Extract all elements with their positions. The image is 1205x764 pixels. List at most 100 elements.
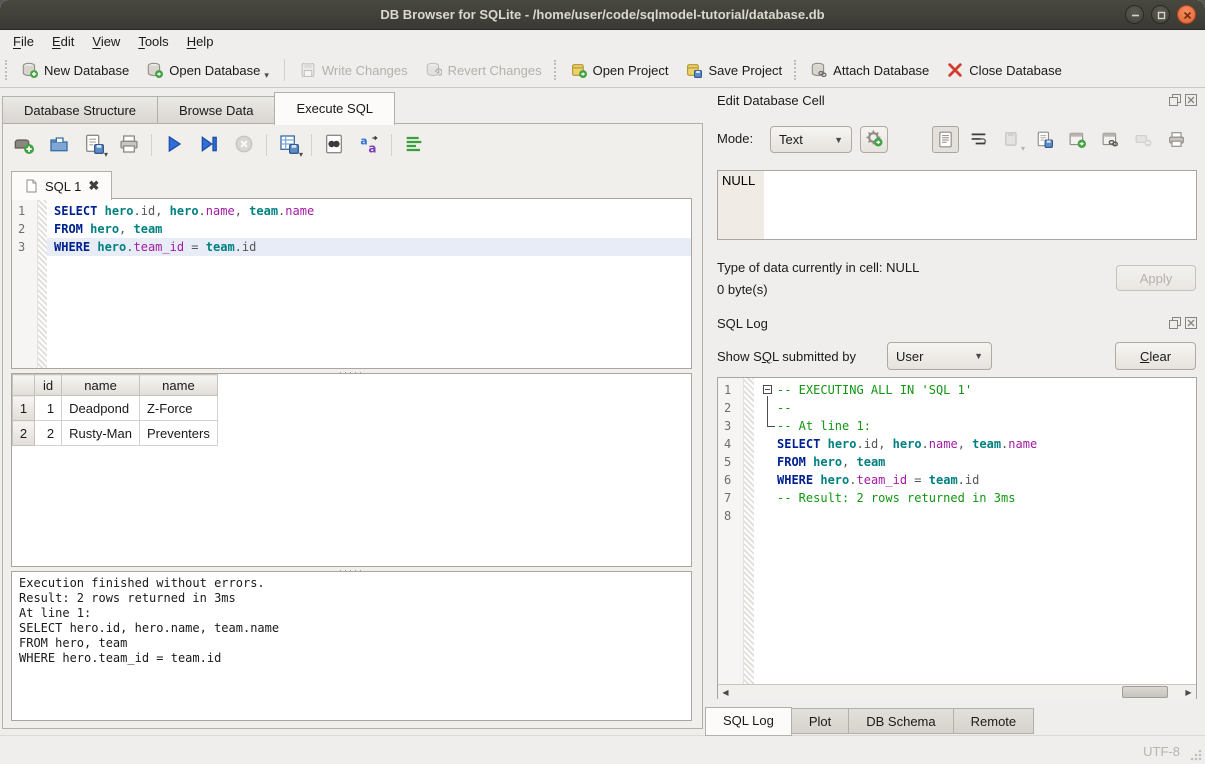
cell[interactable]: 2 bbox=[35, 421, 62, 446]
sql-editor[interactable]: 123SELECT hero.id, hero.name, team.nameF… bbox=[11, 198, 692, 369]
cell[interactable]: 1 bbox=[35, 396, 62, 421]
scrollbar-thumb[interactable] bbox=[1122, 686, 1168, 698]
code-line: SELECT hero.id, hero.name, team.name bbox=[754, 435, 1196, 453]
open-project-button[interactable]: Open Project bbox=[562, 56, 678, 84]
execute-current-line-button[interactable] bbox=[196, 132, 222, 158]
toolbar-drag-handle[interactable] bbox=[554, 60, 557, 80]
menu-view[interactable]: View bbox=[83, 32, 129, 51]
tab-plot[interactable]: Plot bbox=[791, 708, 849, 734]
tab-browse-data[interactable]: Browse Data bbox=[157, 96, 275, 124]
close-dock-icon[interactable] bbox=[1185, 317, 1197, 329]
tab-database-structure[interactable]: Database Structure bbox=[2, 96, 158, 124]
scroll-right-icon[interactable]: ▶ bbox=[1181, 685, 1196, 699]
column-header-name[interactable]: name bbox=[62, 375, 140, 396]
close-icon bbox=[1180, 8, 1195, 23]
cell-editor[interactable]: NULL bbox=[717, 170, 1197, 240]
code-area[interactable]: -- EXECUTING ALL IN 'SQL 1'---- At line … bbox=[754, 378, 1196, 684]
write-changes-button[interactable]: Write Changes bbox=[291, 56, 417, 84]
column-header-name[interactable]: name bbox=[139, 375, 217, 396]
print-sql-button[interactable] bbox=[116, 132, 142, 158]
execute-all-button[interactable] bbox=[161, 132, 187, 158]
close-sql-tab-icon[interactable]: ✖ bbox=[88, 178, 99, 194]
log-filter-select[interactable]: User ▼ bbox=[887, 342, 992, 370]
sql-log-view[interactable]: 12345678-- EXECUTING ALL IN 'SQL 1'---- … bbox=[717, 377, 1197, 699]
close-database-button[interactable]: Close Database bbox=[938, 56, 1071, 84]
word-wrap-button[interactable] bbox=[965, 126, 992, 153]
save-results-button[interactable]: ▾ bbox=[276, 132, 302, 158]
cell-type-info: Type of data currently in cell: NULL bbox=[717, 260, 919, 275]
text-view-button[interactable] bbox=[932, 126, 959, 153]
column-header-id[interactable]: id bbox=[35, 375, 62, 396]
dropdown-caret-icon[interactable]: ▾ bbox=[264, 70, 269, 81]
resize-grip[interactable] bbox=[1190, 749, 1202, 761]
open-sql-tab-button[interactable] bbox=[11, 132, 37, 158]
grid-corner-header[interactable] bbox=[13, 375, 35, 396]
execution-message-pane[interactable]: Execution finished without errors. Resul… bbox=[11, 571, 692, 721]
new-database-button[interactable]: New Database bbox=[13, 56, 138, 84]
tab-remote[interactable]: Remote bbox=[953, 708, 1035, 734]
auto-switch-mode-button[interactable] bbox=[860, 126, 888, 153]
copy-link-button[interactable] bbox=[1097, 126, 1124, 153]
float-dock-icon[interactable] bbox=[1169, 94, 1181, 106]
toolbar-drag-handle[interactable] bbox=[5, 60, 8, 80]
log-horizontal-scrollbar[interactable]: ◀ ▶ bbox=[718, 684, 1196, 699]
revert-changes-button[interactable]: Revert Changes bbox=[417, 56, 551, 84]
log-filter-value: User bbox=[896, 349, 923, 364]
tab-db-schema[interactable]: DB Schema bbox=[848, 708, 953, 734]
print-cell-button[interactable] bbox=[1163, 126, 1190, 153]
close-button[interactable] bbox=[1177, 5, 1196, 24]
open-project-label: Open Project bbox=[593, 63, 669, 78]
cell[interactable]: Deadpond bbox=[62, 396, 140, 421]
menu-edit[interactable]: Edit bbox=[43, 32, 83, 51]
open-database-button[interactable]: Open Database▾ bbox=[138, 56, 278, 84]
open-in-external-app-button[interactable] bbox=[1064, 126, 1091, 153]
float-dock-icon[interactable] bbox=[1169, 317, 1181, 329]
export-data-button[interactable] bbox=[1031, 126, 1058, 153]
code-line: FROM hero, team bbox=[47, 220, 691, 238]
fold-marker-icon[interactable] bbox=[761, 381, 777, 399]
chevron-down-icon: ▼ bbox=[974, 351, 983, 361]
find-and-replace-icon: aa bbox=[359, 134, 379, 154]
maximize-button[interactable] bbox=[1151, 5, 1170, 24]
find-text-button[interactable] bbox=[321, 132, 347, 158]
code-area[interactable]: SELECT hero.id, hero.name, team.nameFROM… bbox=[47, 199, 691, 368]
close-dock-icon[interactable] bbox=[1185, 94, 1197, 106]
menu-file[interactable]: File bbox=[4, 32, 43, 51]
open-sql-file-button[interactable] bbox=[46, 132, 72, 158]
edit-cell-dock-title: Edit Database Cell bbox=[717, 93, 1197, 111]
sql-doc-tab[interactable]: SQL 1 ✖ bbox=[11, 171, 112, 200]
save-project-button[interactable]: Save Project bbox=[677, 56, 791, 84]
toolbar-separator bbox=[151, 134, 152, 156]
row-header[interactable]: 2 bbox=[13, 421, 35, 446]
save-sql-file-button[interactable]: ▾ bbox=[81, 132, 107, 158]
import-data-button: ▾ bbox=[998, 126, 1025, 153]
scroll-left-icon[interactable]: ◀ bbox=[718, 685, 733, 699]
svg-text:a: a bbox=[368, 142, 376, 154]
cell[interactable]: Rusty-Man bbox=[62, 421, 140, 446]
tab-execute-sql[interactable]: Execute SQL bbox=[274, 92, 395, 125]
attach-database-icon bbox=[811, 62, 827, 78]
cell[interactable]: Preventers bbox=[139, 421, 217, 446]
attach-database-button[interactable]: Attach Database bbox=[802, 56, 938, 84]
save-results-icon bbox=[279, 134, 299, 154]
results-grid[interactable]: idnamename11DeadpondZ-Force22Rusty-ManPr… bbox=[11, 373, 692, 567]
minimize-button[interactable] bbox=[1125, 5, 1144, 24]
results-table[interactable]: idnamename11DeadpondZ-Force22Rusty-ManPr… bbox=[12, 374, 218, 446]
encoding-label[interactable]: UTF-8 bbox=[1143, 744, 1180, 759]
find-and-replace-button[interactable]: aa bbox=[356, 132, 382, 158]
format-sql-button[interactable] bbox=[401, 132, 427, 158]
title-bar[interactable]: DB Browser for SQLite - /home/user/code/… bbox=[0, 0, 1205, 30]
line-number: 2 bbox=[12, 220, 37, 238]
menu-tools[interactable]: Tools bbox=[129, 32, 177, 51]
tab-sql-log[interactable]: SQL Log bbox=[705, 707, 792, 736]
cell[interactable]: Z-Force bbox=[139, 396, 217, 421]
toolbar-drag-handle[interactable] bbox=[794, 60, 797, 80]
row-header[interactable]: 1 bbox=[13, 396, 35, 421]
apply-button[interactable]: Apply bbox=[1116, 265, 1196, 291]
log-filter-label: Show SQL submitted by bbox=[717, 349, 856, 364]
clear-log-button[interactable]: Clear bbox=[1115, 342, 1196, 370]
mode-select[interactable]: Text ▼ bbox=[770, 126, 852, 153]
dropdown-caret-icon: ▾ bbox=[1021, 144, 1025, 153]
menu-help[interactable]: Help bbox=[178, 32, 223, 51]
fold-margin bbox=[744, 378, 754, 684]
